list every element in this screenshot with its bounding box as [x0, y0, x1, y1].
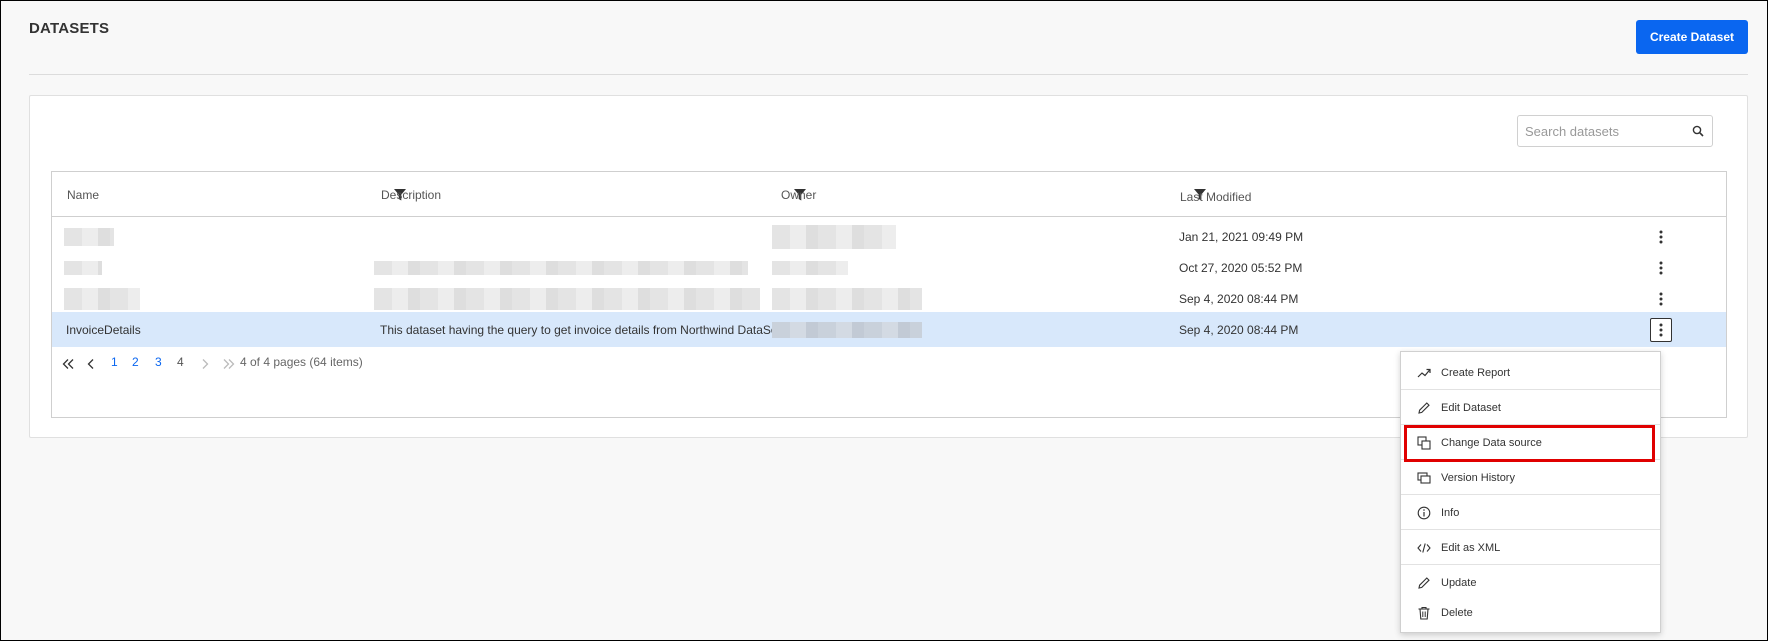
menu-item-label: Update — [1441, 577, 1477, 589]
menu-item-update[interactable]: Update — [1401, 566, 1660, 600]
page-number[interactable]: 2 — [132, 355, 139, 369]
menu-item-edit-as-xml[interactable]: Edit as XML — [1401, 531, 1660, 565]
last-modified-cell: Jan 21, 2021 09:49 PM — [1179, 229, 1304, 244]
first-page-icon[interactable] — [62, 359, 74, 369]
table-row[interactable]: Sep 4, 2020 08:44 PM — [52, 281, 1726, 316]
search-icon[interactable] — [1692, 125, 1704, 137]
more-options-icon[interactable] — [1650, 225, 1672, 249]
menu-item-label: Edit as XML — [1441, 542, 1501, 554]
more-options-icon[interactable] — [1650, 318, 1672, 342]
menu-divider — [1401, 529, 1660, 530]
more-options-icon[interactable] — [1650, 287, 1672, 311]
redacted-description — [374, 288, 760, 310]
page-title: DATASETS — [29, 20, 110, 37]
last-modified-cell: Sep 4, 2020 08:44 PM — [1179, 291, 1299, 306]
menu-item-delete[interactable]: Delete — [1401, 596, 1660, 630]
column-header-last-modified[interactable]: Last Modified — [1180, 174, 1251, 219]
redacted-description — [374, 261, 748, 275]
search-input[interactable] — [1525, 123, 1685, 139]
page-number[interactable]: 1 — [111, 355, 118, 369]
menu-item-label: Info — [1441, 507, 1460, 519]
menu-divider — [1401, 564, 1660, 565]
column-header-description[interactable]: Description — [381, 172, 441, 217]
menu-item-edit-dataset[interactable]: Edit Dataset — [1401, 391, 1660, 425]
redacted-owner — [772, 225, 896, 249]
info-icon — [1417, 506, 1431, 520]
name-cell: InvoiceDetails — [66, 322, 141, 337]
page-number-current[interactable]: 4 — [177, 355, 184, 369]
table-row[interactable]: Jan 21, 2021 09:49 PM — [52, 219, 1726, 254]
pencil-icon — [1418, 402, 1430, 414]
pager: 1 2 3 4 4 of 4 pages (64 items) — [52, 348, 652, 378]
redacted-name — [64, 261, 102, 275]
menu-item-info[interactable]: Info — [1401, 496, 1660, 530]
last-modified-cell: Sep 4, 2020 08:44 PM — [1179, 322, 1299, 337]
redacted-owner — [772, 261, 848, 275]
next-page-icon — [202, 359, 209, 369]
column-header-owner[interactable]: Owner — [781, 172, 816, 217]
menu-item-label: Edit Dataset — [1441, 402, 1501, 414]
more-options-icon[interactable] — [1650, 256, 1672, 280]
highlight-annotation — [1404, 425, 1655, 462]
page-number[interactable]: 3 — [155, 355, 162, 369]
table-row-selected[interactable]: InvoiceDetails This dataset having the q… — [52, 312, 1726, 347]
menu-item-label: Delete — [1441, 607, 1473, 619]
pencil-icon — [1418, 577, 1430, 589]
menu-item-version-history[interactable]: Version History — [1401, 461, 1660, 495]
menu-divider — [1401, 494, 1660, 495]
grid-header: Name Description Owner Last Modified — [52, 172, 1726, 217]
menu-divider — [1401, 389, 1660, 390]
header-divider — [29, 74, 1748, 75]
last-page-icon — [223, 359, 235, 369]
menu-item-create-report[interactable]: Create Report — [1401, 356, 1660, 390]
redacted-name — [64, 228, 114, 246]
redacted-owner — [772, 288, 922, 310]
trend-up-icon — [1417, 368, 1431, 378]
redacted-name — [64, 288, 140, 310]
table-row[interactable]: Oct 27, 2020 05:52 PM — [52, 250, 1726, 285]
code-icon — [1417, 543, 1431, 553]
search-box[interactable] — [1517, 115, 1713, 147]
column-header-name[interactable]: Name — [67, 172, 99, 217]
previous-page-icon[interactable] — [87, 359, 94, 369]
last-modified-cell: Oct 27, 2020 05:52 PM — [1179, 260, 1303, 275]
create-dataset-button[interactable]: Create Dataset — [1636, 20, 1748, 54]
redacted-owner — [772, 322, 922, 338]
description-cell: This dataset having the query to get inv… — [380, 322, 805, 337]
menu-item-label: Create Report — [1441, 367, 1511, 379]
menu-item-label: Version History — [1441, 472, 1515, 484]
version-history-icon — [1417, 472, 1431, 484]
trash-icon — [1418, 606, 1430, 620]
pager-info: 4 of 4 pages (64 items) — [240, 355, 363, 369]
context-menu: Create Report Edit Dataset Change Data s… — [1400, 351, 1661, 633]
